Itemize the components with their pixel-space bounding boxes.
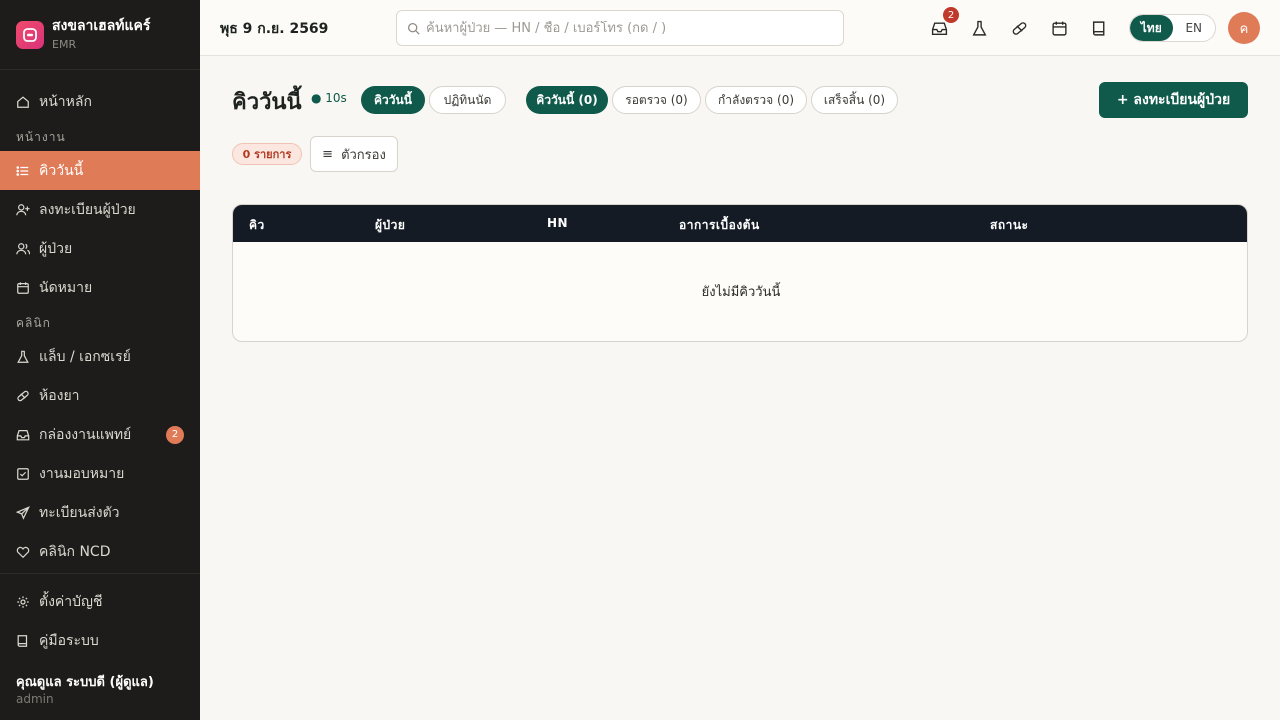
brand-logo-icon [16,20,44,49]
pharmacy-button[interactable] [1009,18,1029,38]
filter-button-label: ตัวกรอง [341,147,386,163]
checkbox-icon [16,467,30,481]
sidebar-item-ncd-clinic[interactable]: คลินิก NCD [0,532,200,571]
lang-th-button[interactable]: ไทย [1130,15,1173,41]
refresh-indicator: ● 10s [311,91,347,105]
sidebar-item-label: นัดหมาย [39,279,93,296]
column-header-hn[interactable]: HN [547,216,568,230]
current-date: พุธ 9 ก.ย. 2569 [220,21,329,37]
sidebar-item-label: คิววันนี้ [39,162,84,179]
users-icon [16,242,30,256]
sidebar-section-clinic: คลินิก [16,316,51,330]
avatar[interactable]: ค [1228,12,1260,44]
column-header-queue[interactable]: คิว [249,216,265,235]
filter-icon: ≡ [322,146,334,162]
pill-icon [1012,21,1026,35]
lang-en-button[interactable]: EN [1173,15,1216,41]
tab-appointment-calendar[interactable]: ปฏิทินนัด [429,86,506,114]
heart-icon [16,545,30,559]
register-patient-button[interactable]: + ลงทะเบียนผู้ป่วย [1099,82,1248,118]
book-icon [1092,20,1104,36]
brand-sub: EMR [52,37,77,51]
user-role: admin [16,692,54,706]
search-input[interactable] [426,20,826,36]
sidebar-item-doctor-inbox[interactable]: กล่องงานแพทย์ 2 [0,415,200,454]
column-header-patient[interactable]: ผู้ป่วย [375,216,405,235]
inbox-notification-badge: 2 [943,7,959,23]
inbox-count-badge: 2 [166,425,184,444]
sidebar-item-label: ทะเบียนส่งตัว [39,504,120,521]
search-icon [407,22,420,35]
sidebar-item-label: ผู้ป่วย [39,240,73,257]
calendar-icon [1051,21,1067,36]
user-info[interactable]: คุณดูแล ระบบดี (ผู้ดูแล) admin [0,674,200,707]
sidebar-item-tasks[interactable]: งานมอบหมาย [0,454,200,493]
gear-icon [16,595,30,609]
sidebar-item-label: หน้าหลัก [39,93,92,110]
sidebar-item-label: งานมอบหมาย [39,465,125,482]
home-icon [16,95,30,109]
patient-search[interactable] [396,10,844,46]
filter-tab-all[interactable]: คิววันนี้ (0) [526,86,608,114]
sidebar-item-account-settings[interactable]: ตั้งค่าบัญชี [0,582,200,621]
filter-tab-in-progress[interactable]: กำลังตรวจ (0) [705,86,807,114]
send-icon [16,505,30,520]
sidebar: สงขลาเฮลท์แคร์ EMR หน้าหลัก หน้างาน คิวว… [0,0,200,720]
sidebar-item-label: คลินิก NCD [39,543,111,560]
sidebar-item-label: ตั้งค่าบัญชี [39,593,103,610]
user-plus-icon [16,203,30,217]
sidebar-item-patients[interactable]: ผู้ป่วย [0,229,200,268]
sidebar-item-label: ลงทะเบียนผู้ป่วย [39,201,136,218]
brand-name: สงขลาเฮลท์แคร์ [52,17,151,34]
pill-icon [16,389,30,403]
filter-tab-done[interactable]: เสร็จสิ้น (0) [811,86,898,114]
brand[interactable]: สงขลาเฮลท์แคร์ EMR [0,0,200,70]
filter-button[interactable]: ≡ ตัวกรอง [310,136,398,172]
sidebar-item-today-queue[interactable]: คิววันนี้ [0,151,200,190]
sidebar-item-home[interactable]: หน้าหลัก [0,82,200,121]
table-header: คิว ผู้ป่วย HN อาการเบื้องต้น สถานะ [233,205,1247,242]
user-name: คุณดูแล ระบบดี (ผู้ดูแล) [16,675,154,690]
empty-state-message: ยังไม่มีคิววันนี้ [701,285,781,300]
calendar-button[interactable] [1049,18,1069,38]
inbox-icon [931,21,947,35]
flask-icon [972,20,986,36]
sidebar-item-referrals[interactable]: ทะเบียนส่งตัว [0,493,200,532]
sidebar-nav: หน้าหลัก หน้างาน คิววันนี้ ลงทะเบียนผู้ป… [0,70,200,571]
topbar: พุธ 9 ก.ย. 2569 2 ไทย EN ค [200,0,1280,56]
sidebar-item-lab[interactable]: แล็บ / เอกซเรย์ [0,337,200,376]
sidebar-item-appointments[interactable]: นัดหมาย [0,268,200,307]
language-toggle: ไทย EN [1129,14,1216,42]
list-icon [16,164,30,178]
sidebar-item-label: ห้องยา [39,387,80,404]
inbox-icon [16,428,30,442]
lab-button[interactable] [969,18,989,38]
page-title: คิววันนี้ [232,90,302,115]
queue-table: คิว ผู้ป่วย HN อาการเบื้องต้น สถานะ ยังไ… [232,204,1248,342]
sidebar-item-register[interactable]: ลงทะเบียนผู้ป่วย [0,190,200,229]
sidebar-item-label: แล็บ / เอกซเรย์ [39,348,131,365]
sidebar-item-pharmacy[interactable]: ห้องยา [0,376,200,415]
column-header-status[interactable]: สถานะ [990,216,1028,235]
filter-tab-waiting[interactable]: รอตรวจ (0) [612,86,701,114]
column-header-symptoms[interactable]: อาการเบื้องต้น [679,216,760,235]
calendar-icon [16,281,30,295]
sidebar-item-manual[interactable]: คู่มือระบบ [0,621,200,660]
book-icon [16,634,30,648]
record-count-badge: 0 รายการ [232,143,302,165]
sidebar-item-label: คู่มือระบบ [39,632,99,649]
sidebar-section-work: หน้างาน [16,130,66,144]
sidebar-bottom: ตั้งค่าบัญชี คู่มือระบบ คุณดูแล ระบบดี (… [0,573,200,707]
sidebar-item-label: กล่องงานแพทย์ [39,426,132,443]
tab-today-queue[interactable]: คิววันนี้ [361,86,425,114]
manual-button[interactable] [1089,18,1109,38]
flask-icon [16,350,30,364]
